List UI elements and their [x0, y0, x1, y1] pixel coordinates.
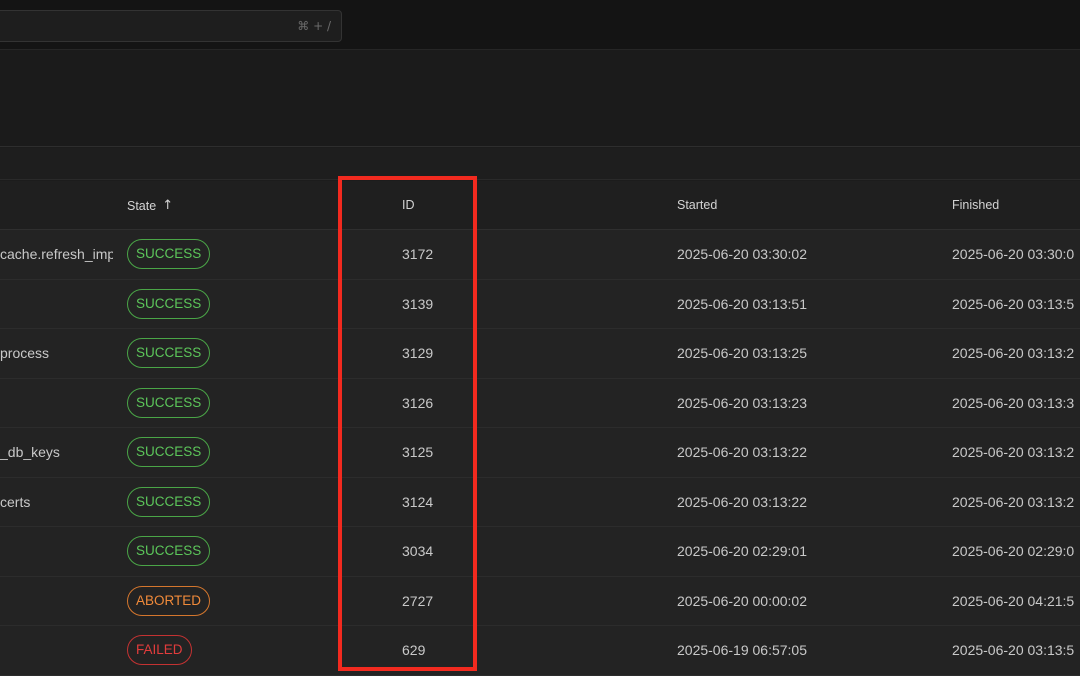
run-name: [0, 527, 113, 576]
status-badge: SUCCESS: [127, 288, 211, 319]
run-state: SUCCESS: [127, 280, 327, 329]
column-header-started[interactable]: Started: [677, 198, 717, 212]
run-name: [0, 626, 113, 675]
run-id: 3139: [402, 295, 434, 312]
run-started: 2025-06-20 03:13:23: [677, 394, 807, 411]
status-badge: FAILED: [127, 635, 192, 666]
column-header-state-label: State: [127, 198, 157, 213]
run-finished: 2025-06-20 02:29:0: [952, 543, 1075, 560]
run-state: ABORTED: [127, 577, 327, 626]
run-name: _db_keys: [0, 444, 60, 461]
table-row[interactable]: process SUCCESS 3129 2025-06-20 03:13:25 202…: [0, 329, 1080, 379]
column-header-id[interactable]: ID: [402, 198, 415, 212]
run-name: process: [0, 345, 50, 362]
run-state: SUCCESS: [127, 428, 327, 477]
status-badge: SUCCESS: [127, 239, 211, 270]
run-finished: 2025-06-20 03:13:2: [952, 444, 1075, 461]
run-id: 3034: [402, 543, 434, 560]
table-row[interactable]: SUCCESS 3034 2025-06-20 02:29:01 2025-06-20…: [0, 527, 1080, 577]
search-box[interactable]: ⌘ + /: [0, 10, 342, 42]
column-header-state[interactable]: State ↑: [127, 198, 173, 213]
run-state: SUCCESS: [127, 379, 327, 428]
run-name: certs: [0, 493, 31, 510]
run-name: [0, 577, 113, 626]
table-toolbar: [0, 148, 1080, 180]
run-id: 3125: [402, 444, 434, 461]
run-started: 2025-06-20 03:30:02: [677, 246, 807, 263]
run-state: SUCCESS: [127, 230, 327, 279]
run-finished: 2025-06-20 03:13:5: [952, 642, 1075, 659]
table-row[interactable]: _db_keys SUCCESS 3125 2025-06-20 03:13:22 20…: [0, 428, 1080, 478]
run-state: FAILED: [127, 626, 327, 675]
column-header-finished-label: Finished: [952, 198, 1000, 212]
run-started: 2025-06-20 03:13:51: [677, 295, 807, 312]
run-id: 3172: [402, 246, 434, 263]
column-header-started-label: Started: [677, 198, 718, 212]
run-id: 3124: [402, 493, 434, 510]
run-finished: 2025-06-20 04:21:5: [952, 592, 1075, 609]
run-finished: 2025-06-20 03:13:3: [952, 394, 1075, 411]
run-state: SUCCESS: [127, 329, 327, 378]
search-input[interactable]: [0, 11, 341, 41]
status-badge: SUCCESS: [127, 486, 211, 517]
run-started: 2025-06-20 00:00:02: [677, 592, 807, 609]
run-started: 2025-06-20 02:29:01: [677, 543, 807, 560]
run-state: SUCCESS: [127, 527, 327, 576]
run-started: 2025-06-20 03:13:22: [677, 444, 807, 461]
run-started: 2025-06-20 03:13:25: [677, 345, 807, 362]
column-header-finished[interactable]: Finished: [952, 198, 999, 212]
status-badge: SUCCESS: [127, 387, 211, 418]
status-badge: SUCCESS: [127, 338, 211, 369]
table-row[interactable]: ABORTED 2727 2025-06-20 00:00:02 2025-06-20…: [0, 576, 1080, 626]
run-id: 2727: [402, 592, 434, 609]
run-id: 629: [402, 642, 426, 659]
status-badge: ABORTED: [127, 585, 211, 616]
page-header: [0, 50, 1080, 147]
run-finished: 2025-06-20 03:13:5: [952, 295, 1075, 312]
run-state: SUCCESS: [127, 478, 327, 527]
table-row[interactable]: SUCCESS 3126 2025-06-20 03:13:23 2025-06-20…: [0, 378, 1080, 428]
column-header-id-label: ID: [402, 198, 415, 212]
run-finished: 2025-06-20 03:13:2: [952, 493, 1075, 510]
top-bar: ⌘ + /: [0, 0, 1080, 50]
arrow-up-icon: ↑: [162, 198, 174, 213]
table-row[interactable]: SUCCESS 3139 2025-06-20 03:13:51 2025-06-20…: [0, 279, 1080, 329]
table-body: cache.refresh_imp SUCCESS 3172 2025-06-20 0…: [0, 230, 1080, 676]
run-started: 2025-06-20 03:13:22: [677, 493, 807, 510]
table-header: State ↑ ID Started Finished: [0, 181, 1080, 230]
run-finished: 2025-06-20 03:30:0: [952, 246, 1075, 263]
run-finished: 2025-06-20 03:13:2: [952, 345, 1075, 362]
search-shortcut-hint: ⌘ + /: [297, 19, 331, 33]
run-name: cache.refresh_imp: [0, 246, 113, 263]
runs-table: State ↑ ID Started Finished cache.refres…: [0, 181, 1080, 676]
run-name: [0, 280, 113, 329]
run-id: 3126: [402, 394, 434, 411]
status-badge: SUCCESS: [127, 536, 211, 567]
status-badge: SUCCESS: [127, 437, 211, 468]
table-row[interactable]: FAILED 629 2025-06-19 06:57:05 2025-06-20 0…: [0, 626, 1080, 676]
run-id: 3129: [402, 345, 434, 362]
table-row[interactable]: certs SUCCESS 3124 2025-06-20 03:13:22 2025-…: [0, 477, 1080, 527]
table-row[interactable]: cache.refresh_imp SUCCESS 3172 2025-06-20 0…: [0, 230, 1080, 280]
run-started: 2025-06-19 06:57:05: [677, 642, 807, 659]
run-name: [0, 379, 113, 428]
